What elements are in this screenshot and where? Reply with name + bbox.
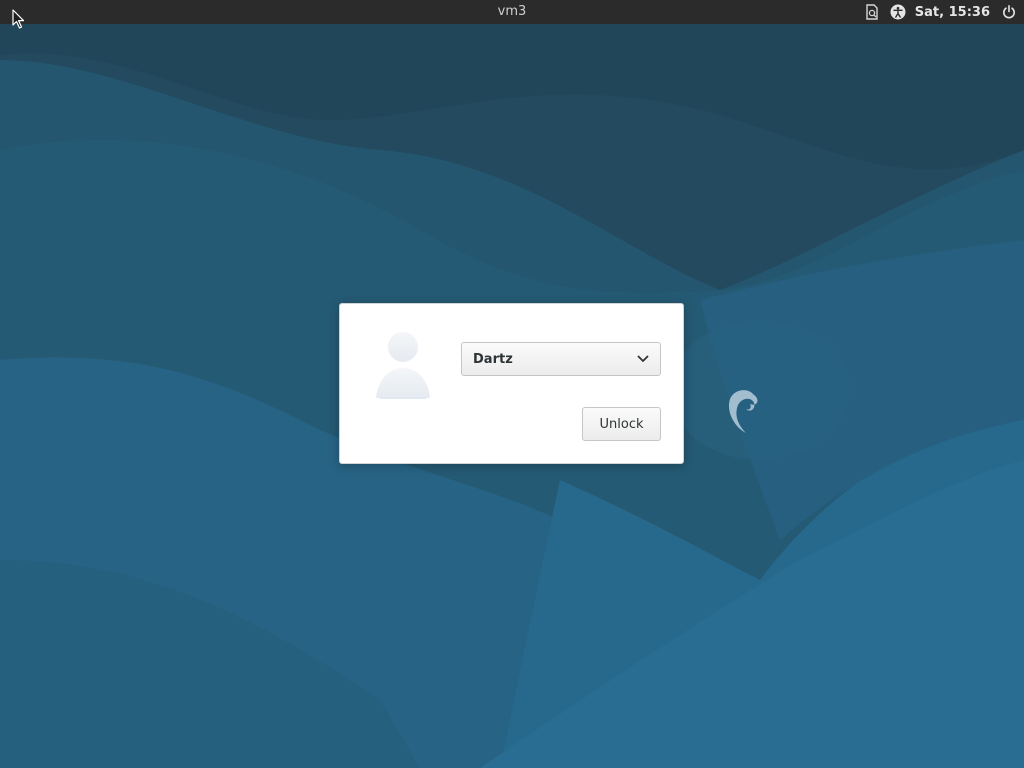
user-avatar-icon bbox=[376, 332, 430, 399]
accessibility-icon[interactable] bbox=[889, 3, 907, 21]
clock[interactable]: Sat, 15:36 bbox=[915, 5, 990, 20]
system-tray: Sat, 15:36 bbox=[863, 0, 1018, 24]
chevron-down-icon bbox=[637, 355, 649, 362]
debian-logo-icon bbox=[728, 390, 758, 433]
power-icon[interactable] bbox=[1000, 3, 1018, 21]
mouse-pointer-icon bbox=[12, 9, 25, 29]
user-dropdown-value: Dartz bbox=[473, 351, 513, 367]
top-panel: vm3 Sat, 15:36 bbox=[0, 0, 1024, 24]
document-status-icon[interactable] bbox=[863, 3, 881, 21]
unlock-dialog: Dartz Unlock bbox=[339, 303, 684, 464]
user-dropdown[interactable]: Dartz bbox=[461, 342, 661, 376]
lock-screen: vm3 Sat, 15:36 Dartz Unlock bbox=[0, 0, 1024, 768]
unlock-button[interactable]: Unlock bbox=[582, 407, 661, 441]
